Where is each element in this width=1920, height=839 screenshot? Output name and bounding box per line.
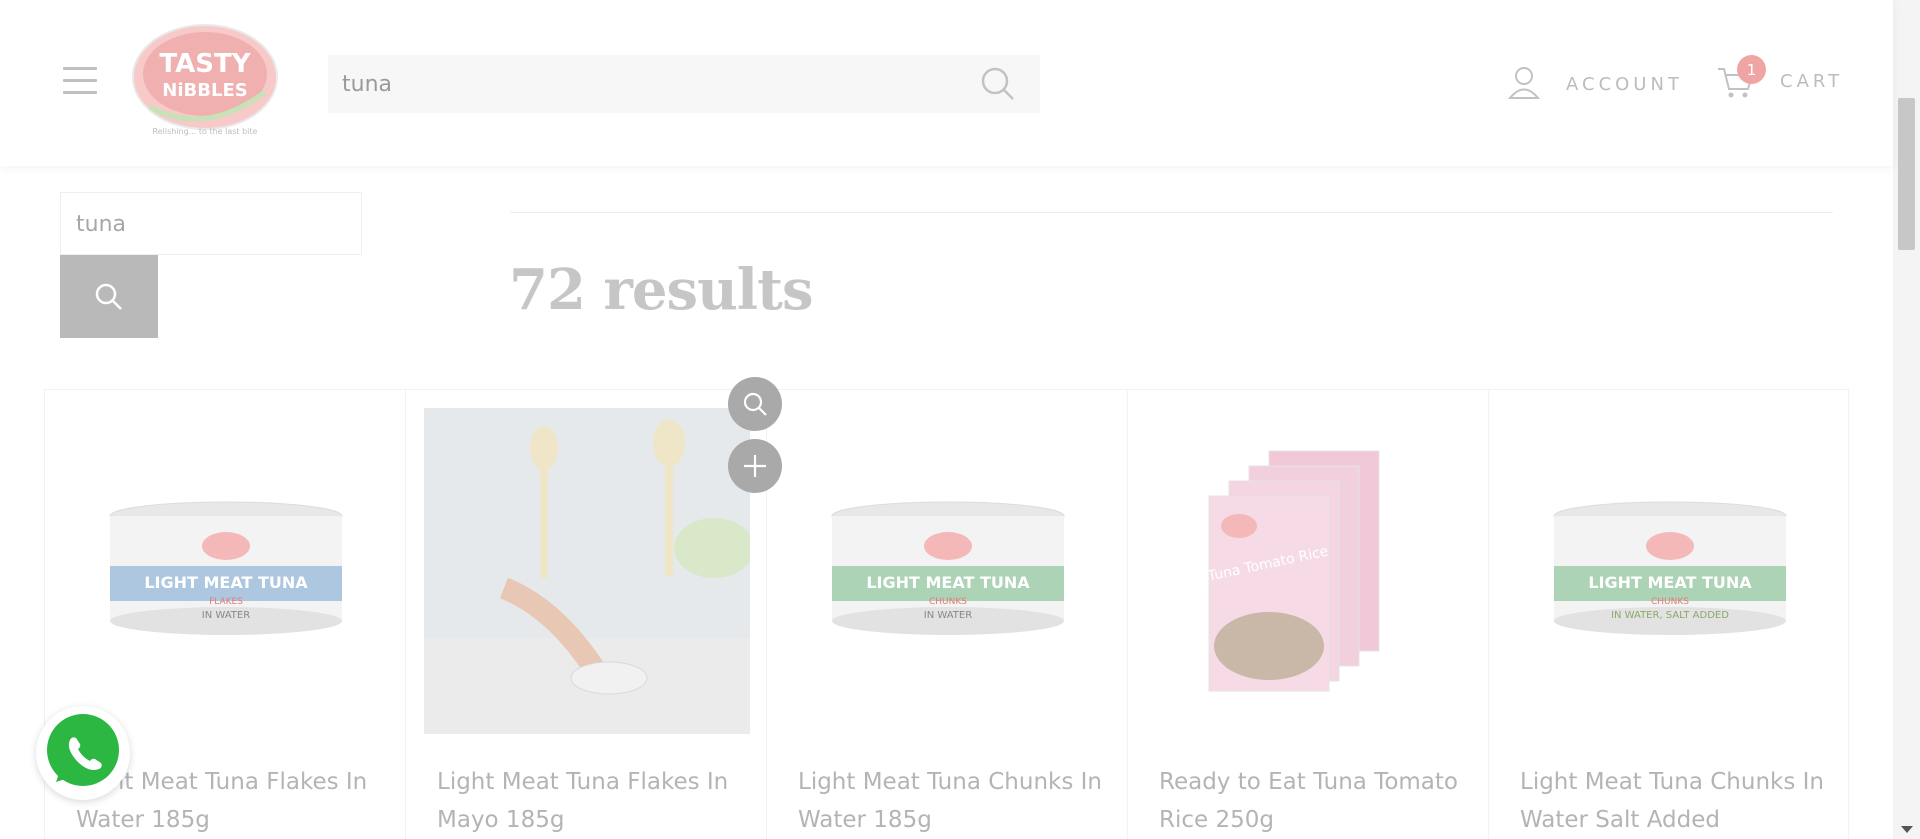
can-sub: CHUNKS (1651, 597, 1689, 607)
cart-count-badge: 1 (1737, 55, 1766, 84)
results-divider (510, 212, 1833, 213)
search-icon (95, 283, 122, 310)
sidebar-search-input[interactable]: tuna (60, 192, 362, 255)
header-search-input[interactable] (342, 55, 942, 113)
product-title[interactable]: Light Meat Tuna Chunks In Water 185g (798, 763, 1108, 839)
can-note: IN WATER (202, 610, 250, 621)
user-icon (1507, 65, 1541, 104)
account-label: ACCOUNT (1566, 73, 1683, 95)
can-sub: CHUNKS (929, 597, 967, 607)
can-label: LIGHT MEAT TUNA (144, 573, 308, 592)
cart-link[interactable]: 1 CART (1716, 55, 1843, 107)
sidebar-search-button[interactable] (60, 255, 158, 338)
logo-text-line2: NiBBLES (162, 80, 247, 101)
product-card[interactable]: Light Meat Tuna Flakes In Mayo 185g (405, 390, 766, 839)
product-card[interactable]: Tuna Tomato Rice Ready to Eat Tuna Tomat… (1127, 390, 1488, 839)
cart-label: CART (1780, 70, 1844, 92)
product-image[interactable]: Tuna Tomato Rice (1146, 408, 1472, 734)
can-label: LIGHT MEAT TUNA (1588, 573, 1752, 592)
header-search-bar (328, 55, 1040, 113)
can-note: IN WATER (924, 610, 972, 621)
account-link[interactable]: ACCOUNT (1507, 62, 1683, 106)
whatsapp-chat-button[interactable] (36, 706, 130, 800)
product-image[interactable] (424, 408, 750, 734)
quick-add-button[interactable] (728, 439, 782, 493)
site-logo[interactable]: TASTY NiBBLES Relishing... to the last b… (130, 22, 280, 142)
scrollbar-thumb[interactable] (1898, 98, 1915, 250)
product-grid: LIGHT MEAT TUNA FLAKES IN WATER Light Me… (44, 389, 1850, 839)
site-header: TASTY NiBBLES Relishing... to the last b… (0, 0, 1893, 166)
whatsapp-icon (47, 714, 119, 786)
logo-text-line1: TASTY (159, 49, 251, 79)
product-image[interactable]: LIGHT MEAT TUNA FLAKES IN WATER (63, 408, 389, 734)
results-count-title: 72 results (509, 257, 813, 323)
plus-icon (744, 455, 766, 477)
product-image[interactable]: LIGHT MEAT TUNA CHUNKS IN WATER, SALT AD… (1507, 408, 1833, 734)
hamburger-menu-icon[interactable] (63, 67, 97, 95)
search-icon[interactable] (980, 66, 1016, 102)
product-title[interactable]: Ready to Eat Tuna Tomato Rice 250g (1159, 763, 1469, 839)
can-label: LIGHT MEAT TUNA (866, 573, 1030, 592)
product-title[interactable]: Light Meat Tuna Chunks In Water Salt Add… (1520, 763, 1830, 839)
product-title[interactable]: Light Meat Tuna Flakes In Mayo 185g (437, 763, 747, 839)
product-card[interactable]: LIGHT MEAT TUNA CHUNKS IN WATER, SALT AD… (1488, 390, 1849, 839)
logo-tagline: Relishing... to the last bite (153, 127, 258, 136)
zoom-icon (743, 392, 767, 416)
page-scrollbar[interactable] (1893, 0, 1920, 839)
scroll-down-arrow-icon[interactable] (1901, 826, 1913, 833)
quick-view-button[interactable] (728, 377, 782, 431)
product-image[interactable]: LIGHT MEAT TUNA CHUNKS IN WATER (785, 408, 1111, 734)
product-card[interactable]: LIGHT MEAT TUNA CHUNKS IN WATER Light Me… (766, 390, 1127, 839)
can-sub: FLAKES (209, 597, 243, 607)
can-note: IN WATER, SALT ADDED (1611, 610, 1729, 621)
